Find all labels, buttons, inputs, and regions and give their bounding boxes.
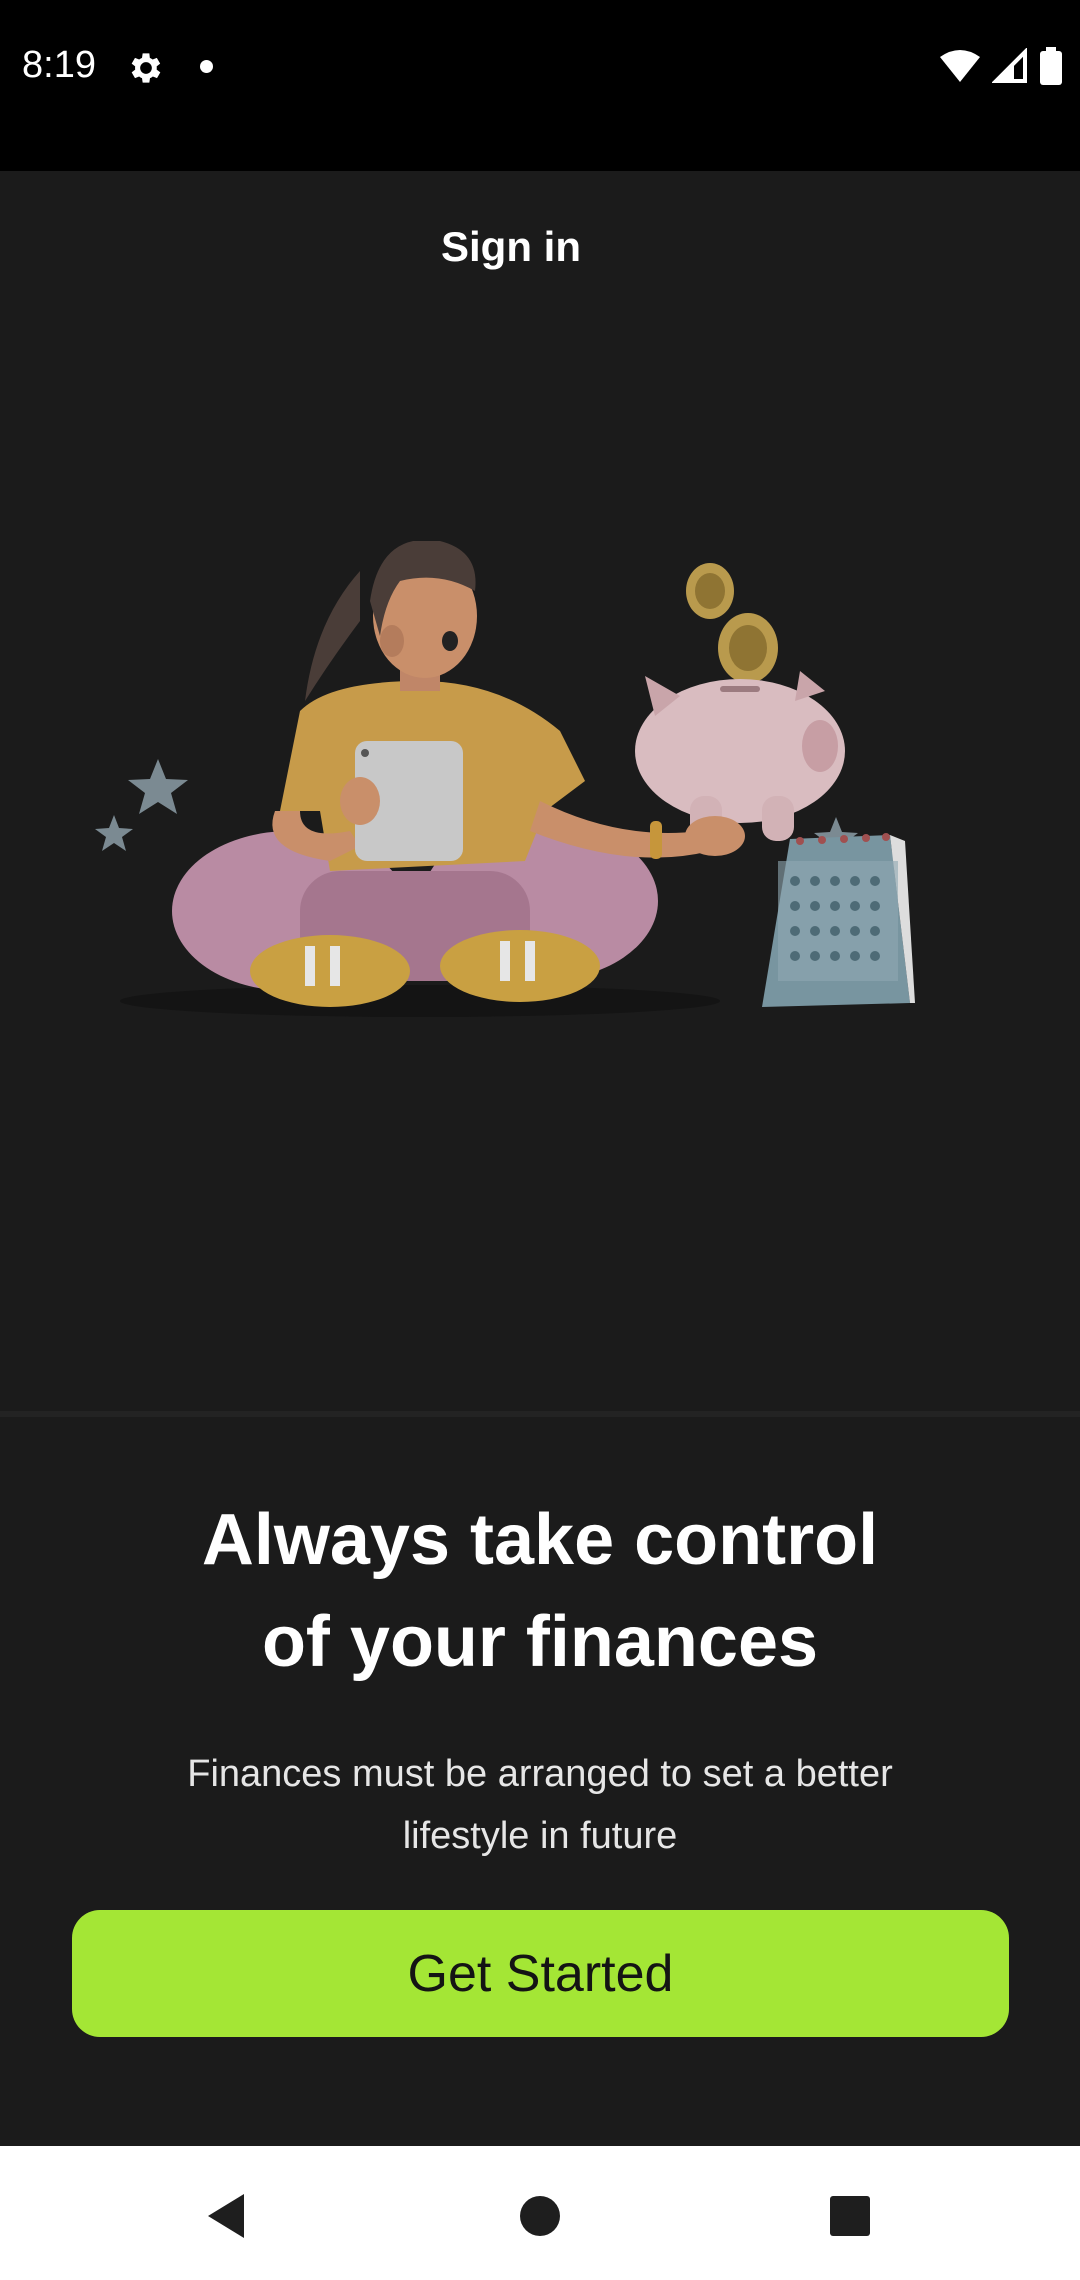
headline-line-2: of your finances	[261, 1602, 819, 1682]
get-started-button[interactable]: Get Started	[72, 1910, 1009, 2037]
battery-icon	[1040, 47, 1062, 85]
system-nav-bar	[0, 2146, 1080, 2280]
page-title[interactable]: Sign in	[0, 223, 1022, 271]
status-bar: 8:19	[0, 0, 1080, 171]
headline-line-1: Always take control	[201, 1500, 879, 1580]
app-screen: Sign in Always take control of your fina…	[0, 171, 1080, 2146]
section-divider	[0, 1411, 1080, 1417]
back-icon	[208, 2194, 244, 2238]
status-icons	[940, 46, 1062, 86]
status-time: 8:19	[22, 44, 96, 86]
onboarding-headline: Always take control of your finances	[0, 1489, 1080, 1693]
back-button[interactable]	[186, 2176, 266, 2256]
gear-icon	[131, 53, 161, 83]
piggy-bank-icon	[635, 671, 845, 841]
wifi-icon	[940, 50, 980, 82]
finance-illustration	[95, 541, 915, 1017]
recents-button[interactable]	[810, 2176, 890, 2256]
home-button[interactable]	[500, 2176, 580, 2256]
recents-icon	[830, 2196, 870, 2236]
signal-icon	[992, 48, 1027, 83]
onboarding-subtext: Finances must be arranged to set a bette…	[120, 1743, 960, 1867]
subtext-line-1: Finances must be arranged to set a bette…	[187, 1753, 893, 1795]
calendar-icon	[762, 833, 915, 1007]
home-icon	[520, 2196, 560, 2236]
subtext-line-2: lifestyle in future	[402, 1815, 678, 1857]
notification-dot-icon	[200, 60, 213, 73]
bitcoin-coin-icon	[686, 563, 778, 683]
